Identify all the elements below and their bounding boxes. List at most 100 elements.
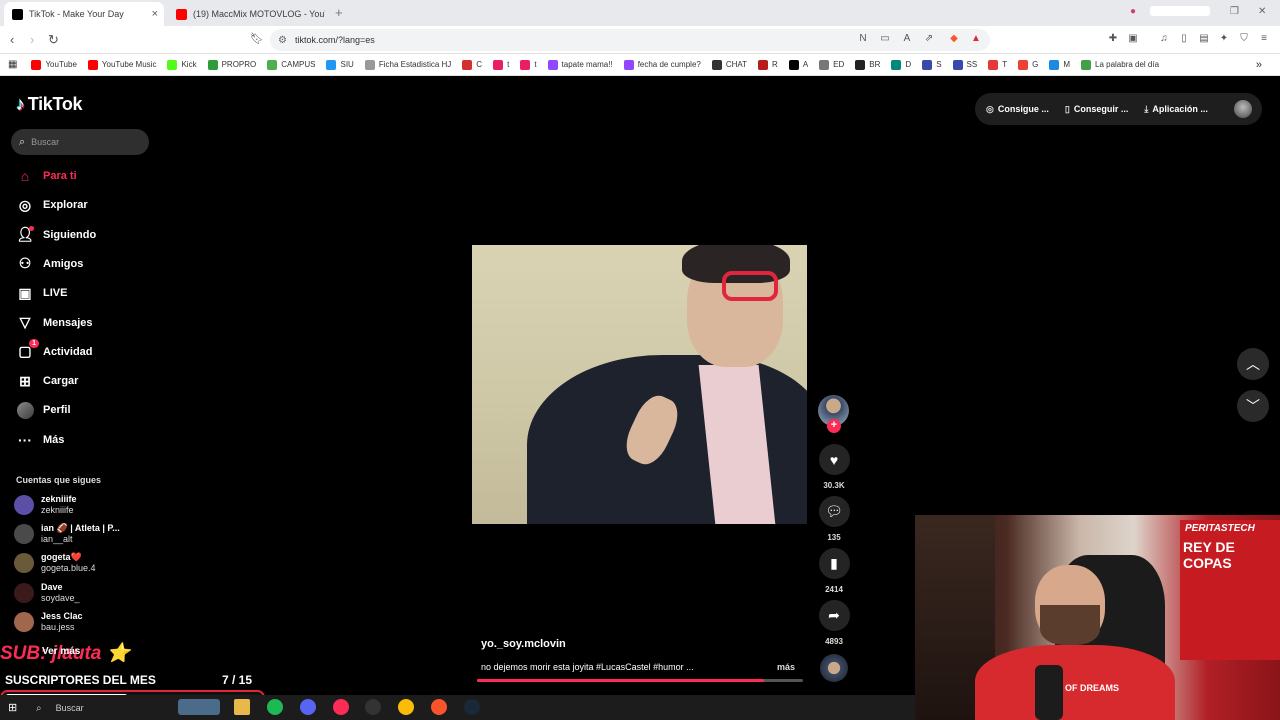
brave-icon[interactable]: [431, 699, 447, 715]
nav-item-live[interactable]: ▣ LIVE: [16, 284, 67, 302]
bookmark-item[interactable]: R: [758, 59, 778, 70]
bookmark-item[interactable]: La palabra del día: [1081, 59, 1159, 70]
comment-action[interactable]: 💬︎ 135: [818, 496, 850, 542]
close-window-icon[interactable]: ✕: [1258, 6, 1266, 17]
previous-video-button[interactable]: ︿: [1237, 348, 1269, 380]
next-video-button[interactable]: ﹀: [1237, 390, 1269, 422]
see-more-link[interactable]: más: [777, 662, 795, 672]
taskbar-search[interactable]: ⌕ Buscar: [36, 700, 186, 716]
more-bookmarks-icon[interactable]: »: [1256, 59, 1262, 71]
apps-grid-icon[interactable]: ▦: [8, 59, 17, 70]
video-username[interactable]: yo._soy.mclovin: [481, 638, 566, 650]
get-app-button[interactable]: ▯ Conseguir ...: [1065, 104, 1128, 115]
extensions-icon[interactable]: ✚: [1107, 33, 1119, 45]
bookmark-item[interactable]: A: [788, 59, 808, 70]
save-action[interactable]: ▮ 2414: [818, 548, 850, 594]
leo-ai-icon[interactable]: ✦: [1218, 33, 1230, 45]
following-account[interactable]: zekniiife zekniiife: [14, 494, 77, 516]
share-arrow-icon[interactable]: ➦: [818, 600, 850, 631]
bookmark-item[interactable]: CHAT: [711, 59, 747, 70]
bookmark-item[interactable]: M: [1049, 59, 1070, 70]
bookmark-icon[interactable]: 🔖︎: [250, 32, 264, 45]
obs-icon[interactable]: [365, 699, 382, 715]
follow-plus-icon[interactable]: +: [827, 419, 841, 433]
bookmark-item[interactable]: Kick: [167, 59, 197, 70]
bookmark-item[interactable]: S: [922, 59, 942, 70]
bookmark-item[interactable]: YouTube Music: [87, 59, 156, 70]
bookmark-item[interactable]: ED: [819, 59, 844, 70]
nav-item-amigos[interactable]: ⚇ Amigos: [16, 255, 84, 273]
tab-tiktok[interactable]: TikTok - Make Your Day ×: [4, 2, 164, 26]
video-player[interactable]: [472, 245, 807, 524]
extension-icon[interactable]: N: [857, 33, 869, 45]
bookmark-icon[interactable]: ▮: [818, 548, 850, 579]
video-progress-bar[interactable]: [477, 679, 803, 682]
forward-icon[interactable]: ›: [30, 32, 34, 47]
windows-start-icon[interactable]: ⊞: [8, 701, 17, 714]
screenshot-icon[interactable]: ▣: [1127, 33, 1139, 45]
get-coins-button[interactable]: ◎ Consigue ...: [986, 104, 1049, 115]
following-account[interactable]: Dave soydave_: [14, 582, 80, 604]
bookmark-item[interactable]: SS: [952, 59, 977, 70]
brave-shields-icon[interactable]: ◆: [948, 33, 960, 45]
back-icon[interactable]: ‹: [10, 32, 14, 47]
bookmark-item[interactable]: tapate mama!!: [547, 59, 613, 70]
bookmark-item[interactable]: SIU: [326, 59, 354, 70]
nav-item-siguiendo[interactable]: 👤︎ Siguiendo: [16, 225, 96, 244]
bookmark-item[interactable]: D: [891, 59, 911, 70]
bookmark-item[interactable]: t: [520, 59, 537, 70]
site-info-icon[interactable]: ⚙: [278, 35, 287, 46]
cast-icon[interactable]: ▭: [879, 33, 891, 45]
following-account[interactable]: gogeta❤️ gogeta.blue.4: [14, 552, 96, 574]
wallet-icon[interactable]: ▤: [1198, 33, 1210, 45]
avatar[interactable]: [1234, 100, 1252, 118]
bookmark-item[interactable]: YouTube: [31, 59, 77, 70]
bookmark-item[interactable]: t: [493, 59, 509, 70]
new-tab-icon[interactable]: +: [335, 5, 343, 20]
search-box[interactable]: ⌕: [11, 129, 149, 155]
bookmark-item[interactable]: PROPRO: [207, 59, 256, 70]
comment-icon[interactable]: 💬︎: [818, 496, 850, 527]
following-account[interactable]: ian 🏈 | Atleta | P... ian__alt: [14, 523, 120, 545]
restore-window-icon[interactable]: ❐: [1230, 6, 1239, 17]
tiktok-logo[interactable]: ♪ TikTok: [16, 94, 83, 115]
nav-item-cargar[interactable]: ⊞ Cargar: [16, 372, 78, 390]
music-icon[interactable]: ♫: [1158, 33, 1170, 45]
nav-item-mensajes[interactable]: ▽ Mensajes: [16, 314, 93, 332]
file-explorer-icon[interactable]: [234, 699, 250, 715]
translate-icon[interactable]: A: [901, 33, 913, 45]
following-account[interactable]: Jess Clac bau.jess: [14, 611, 83, 633]
bookmark-item[interactable]: fecha de cumple?: [623, 59, 701, 70]
vpn-icon[interactable]: ⛉: [1238, 33, 1250, 45]
chrome-icon[interactable]: [398, 699, 415, 715]
search-input[interactable]: [31, 137, 132, 147]
bookmark-item[interactable]: C: [462, 59, 482, 70]
profile-icon[interactable]: ●: [1130, 6, 1136, 17]
bookmark-item[interactable]: Ficha Estadistica HJ: [364, 59, 451, 70]
sidebar-icon[interactable]: ▯: [1178, 33, 1190, 45]
menu-icon[interactable]: ≡: [1258, 33, 1270, 45]
reload-icon[interactable]: ↻: [48, 32, 59, 48]
steam-icon[interactable]: [463, 699, 480, 715]
nav-item-para-ti[interactable]: ⌂ Para ti: [16, 167, 77, 185]
tiktok-icon[interactable]: [332, 699, 349, 715]
desktop-app-button[interactable]: ⤓ Aplicación ...: [1144, 104, 1208, 115]
close-tab-icon[interactable]: ×: [152, 8, 158, 20]
bookmark-item[interactable]: BR: [855, 59, 880, 70]
see-more-following-link[interactable]: Ver más: [42, 646, 80, 657]
nav-item-más[interactable]: ··· Más: [16, 431, 64, 449]
task-view-thumbnail[interactable]: [178, 699, 220, 715]
bookmark-item[interactable]: CAMPUS: [267, 59, 315, 70]
nav-item-perfil[interactable]: Perfil: [16, 401, 71, 419]
heart-icon[interactable]: ♥: [818, 444, 850, 475]
share-action[interactable]: ➦ 4893: [818, 600, 850, 646]
discord-icon[interactable]: [299, 699, 316, 715]
tab-youtube[interactable]: (19) MaccMix MOTOVLOG - YouTube: [168, 2, 333, 26]
spotify-icon[interactable]: [267, 699, 283, 715]
music-disc-icon[interactable]: [820, 654, 848, 682]
brave-rewards-icon[interactable]: ▲: [970, 33, 982, 45]
share-icon[interactable]: ⇗: [923, 33, 935, 45]
bookmark-item[interactable]: G: [1018, 59, 1038, 70]
nav-item-explorar[interactable]: ◎ Explorar: [16, 196, 88, 214]
nav-item-actividad[interactable]: ▢ 1 Actividad: [16, 338, 93, 361]
